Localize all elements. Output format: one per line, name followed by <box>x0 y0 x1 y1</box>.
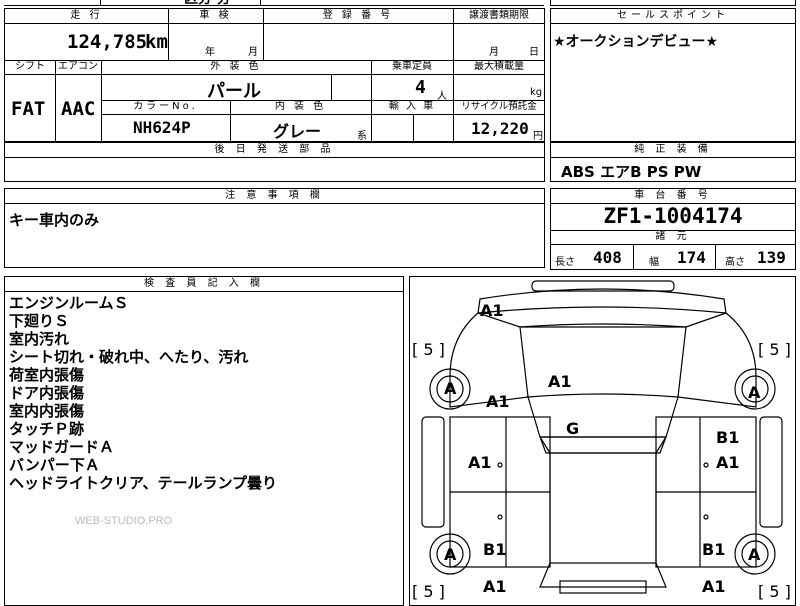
width-value: 174 <box>677 248 706 267</box>
mark-tire-fl: [ 5 ] <box>412 340 445 359</box>
max-load-label: 最大積載量 <box>474 61 524 72</box>
inspection-label: 車 検 <box>199 10 232 21</box>
shift-label: シフト <box>15 61 45 72</box>
aircon-label: エアコン <box>58 61 98 72</box>
chassis-value: ZF1-1004174 <box>603 204 743 228</box>
inspector-line: シート切れ・破れ中、へたり、汚れ <box>9 348 249 366</box>
recycle-fee-label: リサイクル預託金 <box>461 101 537 112</box>
mark-left-front-door: A1 <box>468 453 492 472</box>
inspector-label: 検 査 員 記 入 欄 <box>5 277 403 292</box>
mark-front-right-wheel: A <box>748 383 761 402</box>
inspector-line: ドア内張傷 <box>9 384 85 402</box>
mark-front-bumper: A1 <box>480 301 504 320</box>
caution-box: 注 意 事 項 欄 キー車内のみ <box>4 188 545 268</box>
registration-label: 登 録 番 号 <box>322 10 394 21</box>
dimensions-label: 諸 元 <box>551 230 795 245</box>
max-load-unit: kg <box>530 87 543 98</box>
transfer-month-unit: 月 <box>489 47 499 58</box>
mark-tire-rl: [ 5 ] <box>412 582 445 601</box>
import-car-label: 輸 入 車 <box>388 101 436 112</box>
mark-rear-right-wheel: A <box>748 545 761 564</box>
height-value: 139 <box>757 248 786 267</box>
genuine-equipment-label: 純 正 装 備 <box>551 143 795 158</box>
genuine-equipment-value: ABS エアB PS PW <box>561 163 702 181</box>
mark-front-left-wheel: A <box>444 379 457 398</box>
transfer-day-unit: 日 <box>529 47 539 58</box>
aircon-value: AAC <box>61 98 96 120</box>
mark-left-rear-quarter: B1 <box>483 540 507 559</box>
mark-left-rear-bottom: A1 <box>483 577 507 596</box>
inspector-line: 室内汚れ <box>9 330 70 348</box>
height-label: 高さ <box>725 257 745 268</box>
length-label: 長さ <box>555 257 575 268</box>
color-no-value: NH624P <box>133 118 191 137</box>
mark-right-front-door: A1 <box>716 453 740 472</box>
inspector-line: エンジンルームＳ <box>9 294 129 312</box>
inspector-line: マッドガードＡ <box>9 438 115 456</box>
mark-tire-rr: [ 5 ] <box>758 582 791 601</box>
mileage-unit: km <box>145 31 168 53</box>
mark-right-rear-bottom: A1 <box>702 577 726 596</box>
width-label: 幅 <box>649 257 659 268</box>
mark-roof: G <box>566 419 580 438</box>
mark-rear-left-wheel: A <box>444 545 457 564</box>
caution-text: キー車内のみ <box>9 211 100 229</box>
mark-right-front-door-top: B1 <box>716 428 740 447</box>
length-value: 408 <box>593 248 622 267</box>
mark-tire-fr: [ 5 ] <box>758 340 791 359</box>
sales-point-label: セールスポイント <box>551 9 795 24</box>
chassis-box: 車 台 番 号 ZF1-1004174 諸 元 長さ 408 幅 174 高さ … <box>550 188 796 270</box>
inspector-line: 室内内張傷 <box>9 402 85 420</box>
recycle-fee-unit: 円 <box>533 131 543 142</box>
top-partial-text: 区分 分 <box>184 0 231 8</box>
inspection-month-unit: 月 <box>248 47 258 58</box>
shift-value: FAT <box>11 98 46 120</box>
exterior-color-label: 外 装 色 <box>210 61 262 72</box>
color-no-label: カラーNo. <box>133 101 198 112</box>
mark-left-front-fender: A1 <box>486 392 510 411</box>
sales-point-text: ★オークションデビュー★ <box>553 34 719 50</box>
sales-point-box: セールスポイント ★オークションデビュー★ <box>550 8 796 142</box>
mark-right-rear-quarter: B1 <box>702 540 726 559</box>
transfer-deadline-label: 譲渡書類期限 <box>469 10 529 21</box>
inspector-line: ヘッドライトクリア、テールランプ曇り <box>9 474 278 492</box>
inspector-notes-box: 検 査 員 記 入 欄 エンジンルームＳ 下廻りＳ 室内汚れ シート切れ・破れ中… <box>4 276 404 606</box>
inspector-line: 下廻りＳ <box>9 312 70 330</box>
inspector-line: 荷室内張傷 <box>9 366 85 384</box>
capacity-value: 4 <box>415 77 426 98</box>
car-damage-diagram: A1 A1 A1 G A1 B1 A1 B1 B1 A1 A1 A A A A … <box>409 276 796 606</box>
capacity-label: 乗車定員 <box>392 61 432 72</box>
vehicle-info-grid: 走 行 車 検 登 録 番 号 譲渡書類期限 124,785 km 年 月 月 … <box>4 8 545 142</box>
interior-color-value: グレー <box>273 122 322 141</box>
inspector-line: タッチＰ跡 <box>9 420 85 438</box>
recycle-fee-value: 12,220 <box>471 119 529 138</box>
inspection-year-unit: 年 <box>205 47 215 58</box>
mileage-label: 走 行 <box>70 10 103 21</box>
interior-color-suffix: 系 <box>357 131 367 142</box>
mileage-value: 124,785 <box>67 31 148 53</box>
inspector-line: バンパー下Ａ <box>9 456 100 474</box>
delivery-parts-label: 後 日 発 送 部 品 <box>5 143 544 158</box>
interior-color-label: 内 装 色 <box>274 101 327 112</box>
mark-hood: A1 <box>548 372 572 391</box>
delivery-parts-box: 後 日 発 送 部 品 <box>4 142 545 182</box>
caution-label: 注 意 事 項 欄 <box>5 189 544 204</box>
genuine-equipment-box: 純 正 装 備 ABS エアB PS PW <box>550 142 796 182</box>
top-partial-row: 区分 分 <box>4 0 544 8</box>
watermark: WEB-STUDIO.PRO <box>75 515 173 527</box>
chassis-label: 車 台 番 号 <box>551 189 795 204</box>
